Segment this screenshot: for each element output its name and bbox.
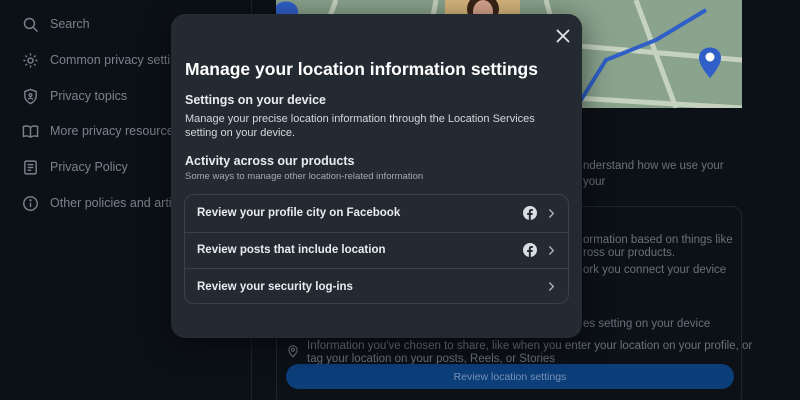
- chevron-right-icon: [549, 282, 554, 292]
- review-profile-city-option[interactable]: Review your profile city on Facebook: [185, 195, 568, 232]
- bg-text: your: [583, 176, 606, 188]
- location-pin-icon: [286, 344, 300, 358]
- location-settings-modal: Manage your location information setting…: [171, 14, 582, 338]
- bg-text: ork you connect your device: [583, 264, 727, 276]
- device-section-title: Settings on your device: [185, 93, 327, 107]
- sidebar-item-label: Privacy topics: [50, 89, 128, 103]
- search-icon: [22, 16, 39, 33]
- shield-icon: [22, 88, 39, 105]
- book-icon: [22, 123, 39, 140]
- bg-text: ormation based on things like: [583, 234, 733, 246]
- facebook-icon: [523, 243, 537, 258]
- bg-text: es setting on your device: [583, 318, 711, 330]
- close-icon: [556, 29, 570, 43]
- bg-text: nderstand how we use your: [583, 160, 724, 172]
- document-icon: [22, 159, 39, 176]
- bg-text: Information you've chosen to share, like…: [307, 340, 753, 352]
- review-posts-location-option[interactable]: Review posts that include location: [185, 231, 568, 269]
- option-label: Review your security log-ins: [197, 280, 353, 293]
- review-security-logins-option[interactable]: Review your security log-ins: [185, 268, 568, 303]
- info-icon: [22, 195, 39, 212]
- sidebar-item-label: More privacy resources: [50, 124, 180, 138]
- modal-title: Manage your location information setting…: [185, 59, 538, 79]
- activity-section-subtitle: Some ways to manage other location-relat…: [185, 171, 424, 182]
- bg-text: ross our products.: [583, 247, 676, 259]
- activity-section-title: Activity across our products: [185, 154, 355, 168]
- gear-icon: [22, 52, 39, 69]
- close-button[interactable]: [553, 26, 573, 46]
- sidebar-item-label: Privacy Policy: [50, 160, 128, 174]
- device-section-description: Manage your precise location information…: [185, 113, 535, 139]
- chevron-right-icon: [549, 208, 554, 218]
- option-label: Review posts that include location: [197, 244, 386, 257]
- option-label: Review your profile city on Facebook: [197, 207, 401, 220]
- options-list: Review your profile city on Facebook Rev…: [184, 194, 569, 304]
- review-location-settings-button[interactable]: Review location settings: [286, 364, 734, 389]
- facebook-icon: [523, 206, 537, 221]
- sidebar-item-label: Common privacy settings: [50, 53, 191, 67]
- sidebar-item-label: Search: [50, 17, 90, 31]
- chevron-right-icon: [549, 245, 554, 255]
